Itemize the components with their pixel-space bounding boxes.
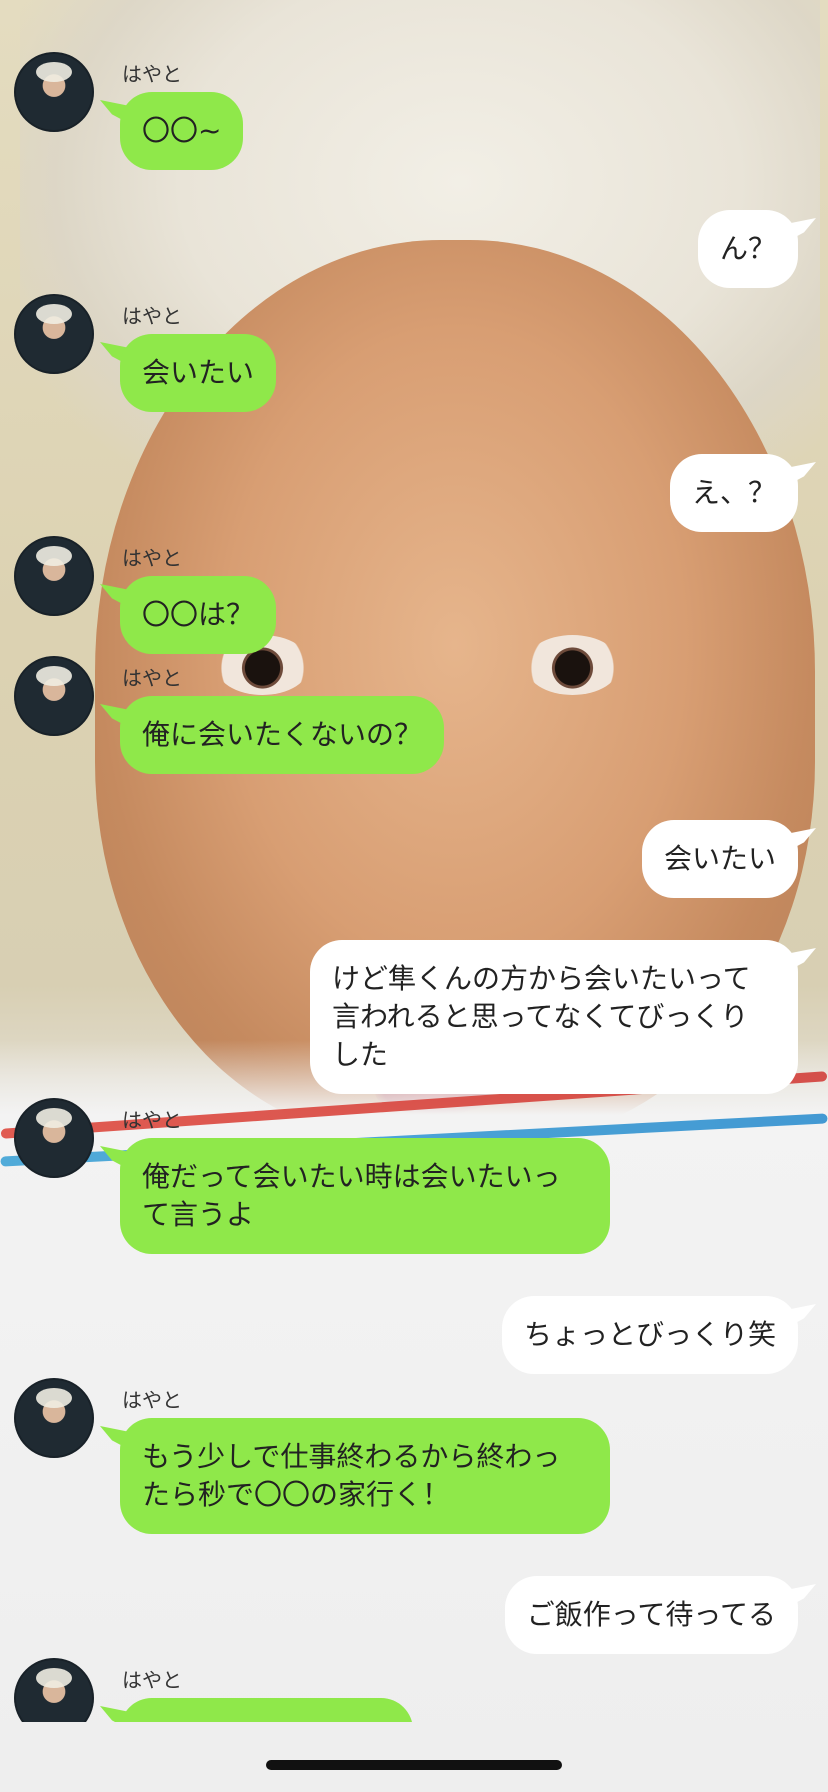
sender-avatar[interactable] (14, 52, 94, 132)
incoming-message-bubble[interactable]: 会いたい (120, 334, 277, 412)
home-indicator[interactable] (266, 1760, 562, 1770)
incoming-message-bubble[interactable]: 〇〇~ (120, 92, 244, 170)
incoming-message-bubble[interactable]: もう少しで仕事終わるから終わっ たら秒で〇〇の家行く！ (120, 1418, 610, 1534)
sender-avatar[interactable] (14, 656, 94, 736)
incoming-message-bubble[interactable]: 俺に会いたくないの？ (120, 696, 445, 774)
outgoing-message-bubble[interactable]: 会いたい (641, 820, 798, 898)
outgoing-message-bubble[interactable]: え、？ (669, 454, 798, 532)
chat-thread[interactable]: はやと 〇〇~ ん？ はやと 会いたい え、？ はやと 〇〇は？ はやと 俺に会… (0, 0, 828, 1722)
incoming-message-bubble[interactable]: オムライスがいいな (120, 1698, 413, 1722)
outgoing-message-bubble[interactable]: ちょっとびっくり笑 (501, 1296, 798, 1374)
outgoing-message-bubble[interactable]: ご飯作って待ってる (504, 1576, 798, 1654)
sender-name: はやと (122, 1668, 182, 1692)
outgoing-message-bubble[interactable]: けど隼くんの方から会いたいって 言われると思ってなくてびっくり した (310, 940, 798, 1094)
sender-name: はやと (122, 62, 182, 86)
sender-avatar[interactable] (14, 1378, 94, 1458)
sender-name: はやと (122, 546, 182, 570)
sender-name: はやと (122, 304, 182, 328)
sender-name: はやと (122, 1108, 182, 1132)
sender-name: はやと (122, 666, 182, 690)
outgoing-message-bubble[interactable]: ん？ (697, 210, 798, 288)
incoming-message-bubble[interactable]: 俺だって会いたい時は会いたいっ て言うよ (120, 1138, 610, 1254)
sender-avatar[interactable] (14, 294, 94, 374)
sender-avatar[interactable] (14, 1098, 94, 1178)
sender-avatar[interactable] (14, 536, 94, 616)
incoming-message-bubble[interactable]: 〇〇は？ (120, 576, 277, 654)
sender-name: はやと (122, 1388, 182, 1412)
sender-avatar[interactable] (14, 1658, 94, 1722)
